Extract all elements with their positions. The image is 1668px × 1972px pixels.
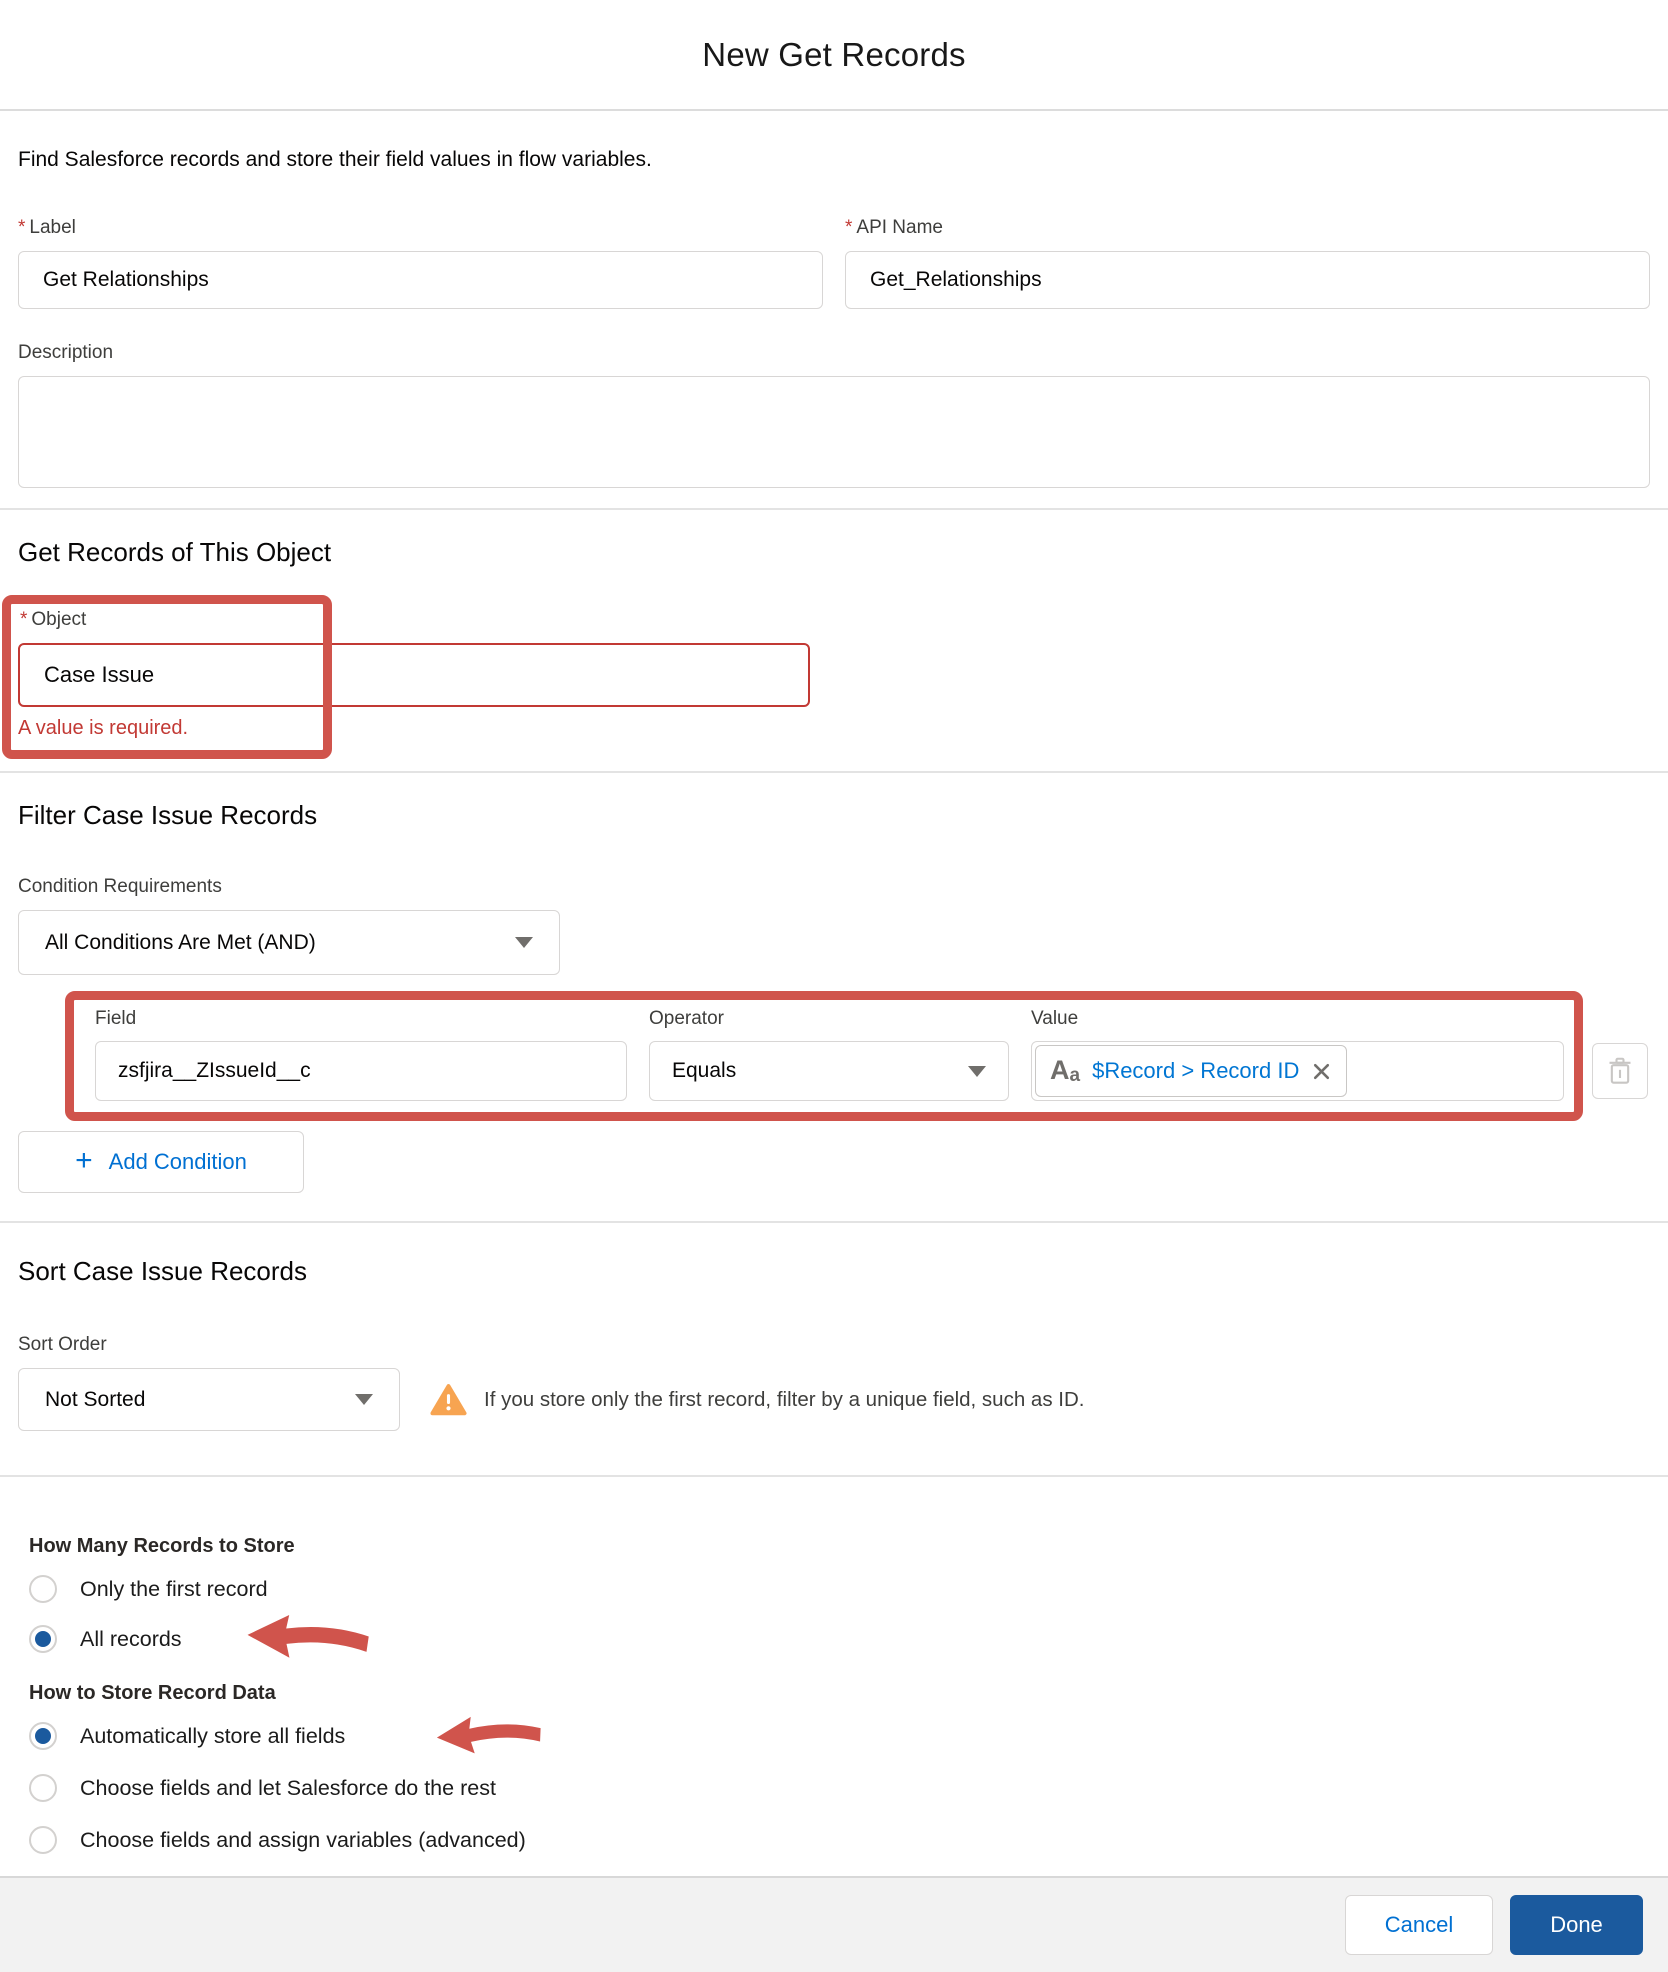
radio-label[interactable]: Only the first record xyxy=(80,1577,268,1602)
chevron-down-icon xyxy=(515,937,533,948)
radio-all-records[interactable] xyxy=(29,1625,57,1653)
done-button[interactable]: Done xyxy=(1510,1895,1643,1955)
description-field-group: Description xyxy=(18,342,1650,488)
api-name-field-label: *API Name xyxy=(845,217,1650,239)
condition-value-combobox[interactable]: Aa $Record > Record ID xyxy=(1031,1041,1564,1101)
warning-icon xyxy=(430,1383,467,1417)
radio-label[interactable]: All records xyxy=(80,1627,182,1652)
sort-warning-text: If you store only the first record, filt… xyxy=(484,1388,1084,1412)
remove-value-icon[interactable] xyxy=(1311,1061,1332,1082)
label-input[interactable]: Get Relationships xyxy=(18,251,823,309)
label-field-group: *Label Get Relationships xyxy=(18,217,823,309)
dialog-header: New Get Records xyxy=(0,0,1668,111)
text-type-icon: Aa xyxy=(1050,1057,1080,1085)
sort-order-select[interactable]: Not Sorted xyxy=(18,1368,400,1431)
condition-requirements-value: All Conditions Are Met (AND) xyxy=(45,931,316,955)
chevron-down-icon xyxy=(968,1066,986,1077)
radio-only-first-record[interactable] xyxy=(29,1575,57,1603)
cancel-button[interactable]: Cancel xyxy=(1345,1895,1493,1955)
condition-requirements-select[interactable]: All Conditions Are Met (AND) xyxy=(18,910,560,975)
object-section-heading: Get Records of This Object xyxy=(18,537,1650,568)
api-name-input[interactable]: Get_Relationships xyxy=(845,251,1650,309)
object-field-group: *Object Case Issue A value is required. xyxy=(18,609,838,740)
object-input[interactable]: Case Issue xyxy=(18,643,810,707)
chevron-down-icon xyxy=(355,1394,373,1405)
condition-value-group: Value Aa $Record > Record ID xyxy=(1031,1008,1564,1101)
radio-label[interactable]: Choose fields and let Salesforce do the … xyxy=(80,1776,496,1801)
condition-field-group: Field zsfjira__ZIssueId__c xyxy=(95,1008,627,1101)
api-name-field-group: *API Name Get_Relationships xyxy=(845,217,1650,309)
sort-section-heading: Sort Case Issue Records xyxy=(18,1256,1650,1287)
condition-operator-select[interactable]: Equals xyxy=(649,1041,1009,1101)
sort-order-label: Sort Order xyxy=(18,1334,1650,1356)
dialog-footer: Cancel Done xyxy=(0,1876,1668,1972)
object-field-label: *Object xyxy=(20,609,838,631)
object-error-message: A value is required. xyxy=(18,717,838,740)
description-field-label: Description xyxy=(18,342,1650,364)
sort-warning: If you store only the first record, filt… xyxy=(430,1383,1084,1417)
radio-label[interactable]: Automatically store all fields xyxy=(80,1724,345,1749)
section-divider xyxy=(0,1475,1668,1477)
condition-field-label: Field xyxy=(95,1008,627,1030)
condition-value-label: Value xyxy=(1031,1008,1564,1030)
required-asterisk: * xyxy=(18,217,25,238)
required-asterisk: * xyxy=(20,609,27,630)
section-divider xyxy=(0,771,1668,773)
value-resource-pill[interactable]: Aa $Record > Record ID xyxy=(1035,1045,1347,1097)
radio-row-choose-fields-rest: Choose fields and let Salesforce do the … xyxy=(29,1771,1650,1805)
annotation-arrow xyxy=(432,1708,547,1765)
annotation-arrow xyxy=(243,1608,373,1669)
filter-condition-row: Field zsfjira__ZIssueId__c Operator Equa… xyxy=(65,991,1650,1121)
section-divider xyxy=(0,1221,1668,1223)
section-divider xyxy=(0,508,1668,510)
description-textarea[interactable] xyxy=(18,376,1650,488)
radio-automatically-store-all-fields[interactable] xyxy=(29,1722,57,1750)
radio-row-choose-fields-advanced: Choose fields and assign variables (adva… xyxy=(29,1823,1650,1857)
value-resource-text: $Record > Record ID xyxy=(1092,1058,1299,1084)
add-condition-button[interactable]: + Add Condition xyxy=(18,1131,304,1193)
trash-icon xyxy=(1607,1057,1633,1085)
store-options-section: How Many Records to Store Only the first… xyxy=(18,1535,1650,1857)
dialog-intro-text: Find Salesforce records and store their … xyxy=(18,148,1650,172)
delete-condition-button[interactable] xyxy=(1592,1043,1648,1099)
how-many-records-heading: How Many Records to Store xyxy=(29,1535,1650,1558)
condition-operator-group: Operator Equals xyxy=(649,1008,1009,1101)
filter-section-heading: Filter Case Issue Records xyxy=(18,800,1650,831)
condition-operator-value: Equals xyxy=(672,1059,736,1083)
plus-icon: + xyxy=(75,1146,93,1176)
radio-label[interactable]: Choose fields and assign variables (adva… xyxy=(80,1828,526,1853)
label-field-label: *Label xyxy=(18,217,823,239)
required-asterisk: * xyxy=(845,217,852,238)
radio-choose-fields-advanced[interactable] xyxy=(29,1826,57,1854)
condition-requirements-label: Condition Requirements xyxy=(18,876,1650,898)
condition-operator-label: Operator xyxy=(649,1008,1009,1030)
radio-row-all-records: All records xyxy=(29,1622,1650,1656)
how-store-data-heading: How to Store Record Data xyxy=(29,1682,1650,1705)
add-condition-label: Add Condition xyxy=(109,1149,247,1175)
radio-row-auto-store-all: Automatically store all fields xyxy=(29,1719,1650,1753)
condition-field-input[interactable]: zsfjira__ZIssueId__c xyxy=(95,1041,627,1101)
dialog-body: Find Salesforce records and store their … xyxy=(0,111,1668,1876)
radio-row-only-first-record: Only the first record xyxy=(29,1572,1650,1606)
radio-choose-fields-salesforce[interactable] xyxy=(29,1774,57,1802)
sort-order-value: Not Sorted xyxy=(45,1388,145,1412)
dialog-title: New Get Records xyxy=(702,36,965,74)
